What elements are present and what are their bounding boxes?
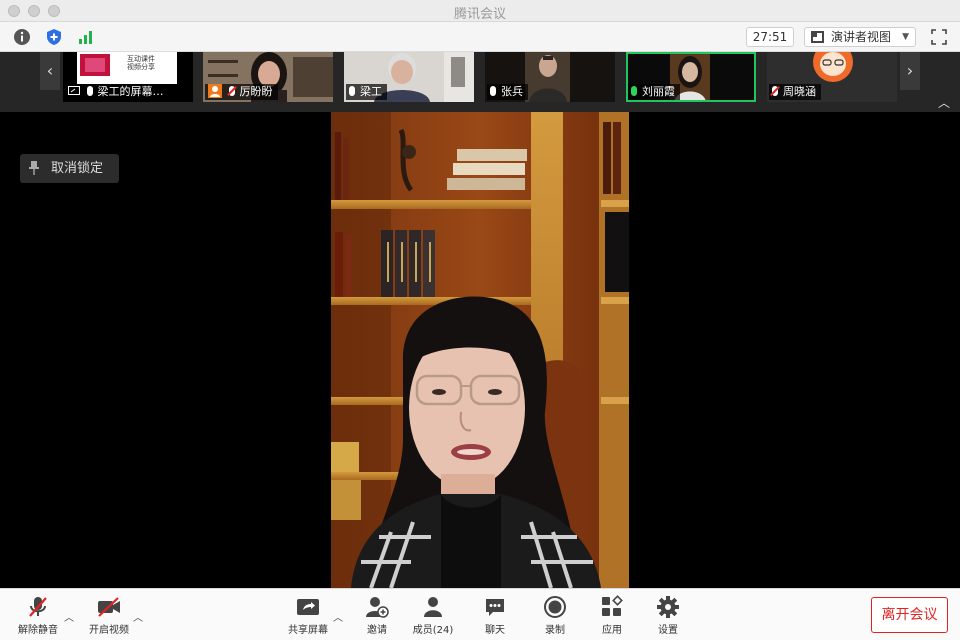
members-icon	[424, 597, 442, 617]
mic-icon	[490, 86, 496, 96]
start-video-button[interactable]: 开启视频	[86, 595, 132, 637]
add-person-icon	[366, 597, 389, 618]
mic-icon	[349, 86, 355, 96]
view-mode-label: 演讲者视图	[831, 30, 892, 44]
mic-muted-icon	[29, 597, 47, 617]
participant-tile[interactable]: 梁工	[344, 52, 474, 102]
security-shield-icon[interactable]	[45, 28, 63, 46]
info-icon[interactable]	[13, 28, 31, 46]
participant-tile-active-speaker[interactable]: 刘丽霞	[626, 52, 756, 102]
participant-name-tag: 周晓涵	[769, 84, 821, 100]
window-title: 腾讯会议	[453, 7, 506, 22]
members-button[interactable]: 成员(24)	[410, 595, 456, 637]
speaker-video-frame	[331, 112, 629, 588]
record-icon	[544, 596, 566, 618]
active-speaker-video	[331, 112, 629, 588]
gear-icon	[657, 596, 679, 618]
participant-tile[interactable]: 厉盼盼	[203, 52, 333, 102]
participant-name-tag: 梁工	[346, 84, 387, 100]
camera-off-icon	[98, 597, 120, 617]
participant-tile[interactable]: 互动课件 视频分享 梁工的屏幕…	[63, 52, 193, 102]
participant-name-tag: 刘丽霞	[628, 84, 680, 100]
leave-meeting-button[interactable]: 离开会议	[871, 597, 948, 633]
apps-button[interactable]: 应用	[597, 595, 627, 637]
mic-speaking-icon	[631, 86, 637, 96]
view-mode-dropdown[interactable]: 演讲者视图 ▼	[804, 27, 916, 47]
title-bar: 腾讯会议	[0, 0, 960, 22]
record-button[interactable]: 录制	[540, 595, 570, 637]
participant-name-tag: 张兵	[487, 84, 528, 100]
audio-options-chevron-up-icon[interactable]: ︿	[64, 609, 74, 624]
mic-muted-icon	[772, 86, 778, 96]
participant-strip: ‹ › 互动课件 视频分享 梁工的屏幕… 厉盼盼 梁工 张兵 刘丽霞 周晓涵 ︿	[0, 52, 960, 112]
pin-icon	[29, 161, 39, 175]
mic-muted-icon	[228, 86, 235, 96]
chat-icon	[486, 599, 504, 616]
chevron-left-icon[interactable]: ‹	[40, 52, 60, 90]
meeting-window: 腾讯会议 27:51 演讲者视图 ▼ ‹ › 互动课件 视频分享 梁工的屏幕… …	[0, 0, 960, 640]
network-signal-icon[interactable]	[77, 28, 95, 46]
fullscreen-icon[interactable]	[930, 28, 948, 46]
unpin-button[interactable]: 取消锁定	[20, 154, 119, 183]
participant-tile[interactable]: 张兵	[485, 52, 615, 102]
screen-share-text: 互动课件 视频分享	[127, 55, 155, 71]
chevron-down-icon: ▼	[902, 32, 909, 42]
collapse-strip-chevron-up-icon[interactable]: ︿	[938, 94, 950, 111]
apps-grid-icon	[602, 595, 623, 616]
main-video-stage: 取消锁定	[0, 112, 960, 588]
share-screen-button[interactable]: 共享屏幕	[286, 595, 330, 637]
meeting-timer: 27:51	[746, 27, 794, 47]
unmute-button[interactable]: 解除静音	[14, 595, 62, 637]
share-options-chevron-up-icon[interactable]: ︿	[333, 609, 343, 624]
participant-name-tag: 厉盼盼	[205, 84, 278, 100]
host-avatar-icon	[208, 84, 222, 98]
settings-button[interactable]: 设置	[653, 595, 683, 637]
share-screen-icon	[297, 599, 319, 615]
invite-button[interactable]: 邀请	[360, 595, 394, 637]
participant-name-tag: 梁工的屏幕…	[65, 84, 169, 100]
chat-button[interactable]: 聊天	[480, 595, 510, 637]
participant-tile[interactable]: 周晓涵	[767, 52, 897, 102]
speaker-view-icon	[811, 31, 824, 43]
meeting-control-bar: 解除静音 ︿ 开启视频 ︿ 共享屏幕 ︿ 邀请 成员(24) 聊天 录制 应用 …	[0, 588, 960, 640]
meeting-toolbar: 27:51 演讲者视图 ▼	[0, 22, 960, 52]
chevron-right-icon[interactable]: ›	[900, 52, 920, 90]
mic-icon	[86, 86, 93, 96]
video-options-chevron-up-icon[interactable]: ︿	[133, 609, 143, 624]
screen-share-icon	[68, 86, 80, 95]
